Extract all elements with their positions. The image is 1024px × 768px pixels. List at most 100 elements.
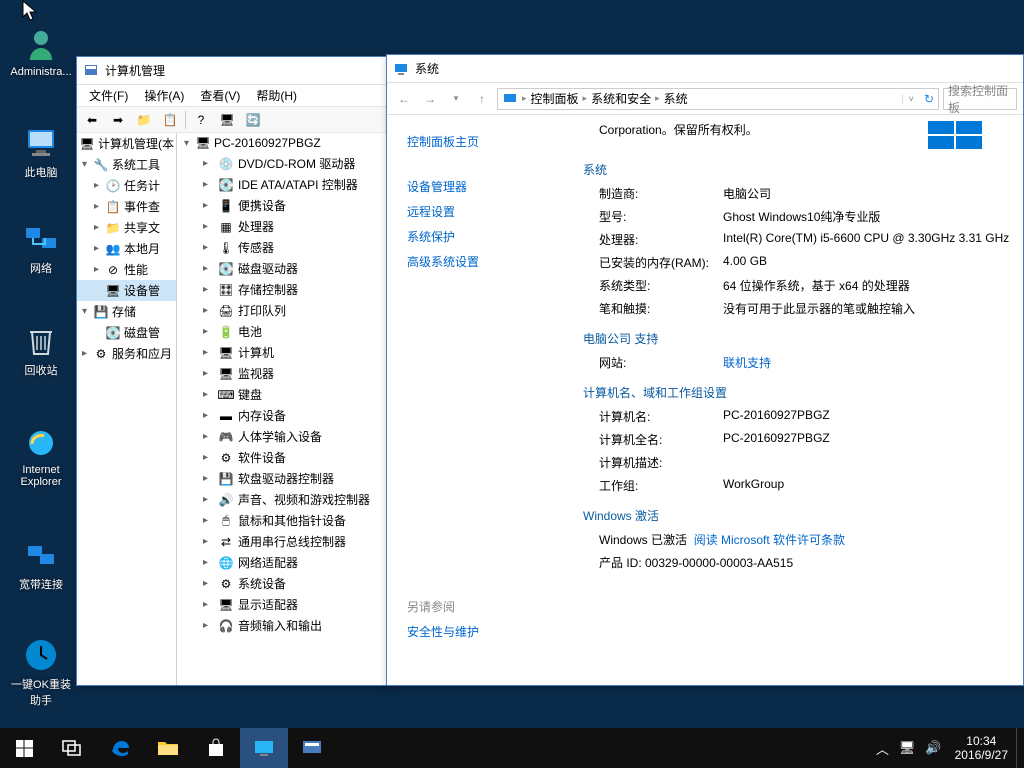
tree-node-storage[interactable]: ▾💾存储 xyxy=(77,301,176,322)
titlebar[interactable]: 计算机管理 xyxy=(77,57,387,85)
sidebar-link[interactable]: 高级系统设置 xyxy=(407,249,577,274)
kv-key: 制造商: xyxy=(583,185,723,202)
desktop-icon-thispc[interactable]: 此电脑 xyxy=(6,124,76,180)
desktop-icon-broadband[interactable]: 宽带连接 xyxy=(6,536,76,592)
device-node[interactable]: ▸🎧音频输入和输出 xyxy=(177,615,387,636)
forward-button[interactable]: → xyxy=(419,88,441,110)
tray-volume-icon[interactable]: 🔊 xyxy=(920,740,946,756)
tree-node-services[interactable]: ▸⚙服务和应月 xyxy=(77,343,176,364)
menu-help[interactable]: 帮助(H) xyxy=(248,87,305,104)
section-heading: 系统 xyxy=(583,151,1011,182)
sidebar-home[interactable]: 控制面板主页 xyxy=(407,129,577,154)
sidebar-link[interactable]: 设备管理器 xyxy=(407,174,577,199)
device-node[interactable]: ▸🖨打印队列 xyxy=(177,300,387,321)
desktop-icon-onekey[interactable]: 一键OK重装助手 xyxy=(6,636,76,708)
tree-node-device-manager[interactable]: 🖥设备管 xyxy=(77,280,176,301)
breadcrumb-seg[interactable]: 控制面板 xyxy=(531,90,579,107)
recent-button[interactable]: ▾ xyxy=(445,88,467,110)
app-icon xyxy=(83,63,99,79)
tree-node-root[interactable]: 🖥计算机管理(本 xyxy=(77,133,176,154)
device-node[interactable]: ▸⌨键盘 xyxy=(177,384,387,405)
desktop-icon-label: 网络 xyxy=(6,260,76,276)
taskbar-computer-management[interactable] xyxy=(288,728,336,768)
tree-node[interactable]: ▸📁共享文 xyxy=(77,217,176,238)
up-button[interactable]: 📁 xyxy=(133,109,155,131)
edge-button[interactable] xyxy=(96,728,144,768)
taskview-button[interactable] xyxy=(48,728,96,768)
properties-button[interactable]: 📋 xyxy=(159,109,181,131)
chevron-right-icon: ▸ xyxy=(522,93,527,104)
device-tree: ▾🖥PC-20160927PBGZ ▸💿DVD/CD-ROM 驱动器▸💽IDE … xyxy=(177,133,387,685)
tray-chevron-icon[interactable]: ︿ xyxy=(871,739,894,758)
sidebar-link[interactable]: 系统保护 xyxy=(407,224,577,249)
menubar: 文件(F) 操作(A) 查看(V) 帮助(H) xyxy=(77,85,387,107)
device-node[interactable]: ▸💽磁盘驱动器 xyxy=(177,258,387,279)
tree-node-systools[interactable]: ▾🔧系统工具 xyxy=(77,154,176,175)
device-node[interactable]: ▸⚙系统设备 xyxy=(177,573,387,594)
kv-key: 计算机全名: xyxy=(583,431,723,448)
support-link[interactable]: 联机支持 xyxy=(723,354,1011,371)
menu-view[interactable]: 查看(V) xyxy=(192,87,248,104)
clock[interactable]: 10:34 2016/9/27 xyxy=(947,734,1016,763)
forward-button[interactable]: ➡ xyxy=(107,109,129,131)
desktop-icon-admin[interactable]: Administra... xyxy=(6,26,76,78)
titlebar[interactable]: 系统 xyxy=(387,55,1023,83)
kv-value: 没有可用于此显示器的笔或触控输入 xyxy=(723,300,1011,317)
tree-node[interactable]: ▸⊘性能 xyxy=(77,259,176,280)
taskbar: ︿ 🖥 🔊 10:34 2016/9/27 xyxy=(0,728,1024,768)
tool-button[interactable]: 🖥 xyxy=(216,109,238,131)
menu-file[interactable]: 文件(F) xyxy=(81,87,136,104)
show-desktop-button[interactable] xyxy=(1016,728,1022,768)
up-button[interactable]: ↑ xyxy=(471,88,493,110)
device-node[interactable]: ▸💽IDE ATA/ATAPI 控制器 xyxy=(177,174,387,195)
address-bar[interactable]: ▸ 控制面板 ▸ 系统和安全 ▸ 系统 ˅ ↻ xyxy=(497,88,939,110)
refresh-icon[interactable]: ↻ xyxy=(924,92,934,106)
kv-key: 已安装的内存(RAM): xyxy=(583,254,723,271)
tree-node[interactable]: ▸📋事件查 xyxy=(77,196,176,217)
nav-bar: ← → ▾ ↑ ▸ 控制面板 ▸ 系统和安全 ▸ 系统 ˅ ↻ 搜索控制面板 xyxy=(387,83,1023,115)
device-node[interactable]: ▸⇄通用串行总线控制器 xyxy=(177,531,387,552)
device-node[interactable]: ▸💾软盘驱动器控制器 xyxy=(177,468,387,489)
explorer-button[interactable] xyxy=(144,728,192,768)
refresh-button[interactable]: 🔄 xyxy=(242,109,264,131)
device-node[interactable]: ▸🎮人体学输入设备 xyxy=(177,426,387,447)
device-node[interactable]: ▸📱便携设备 xyxy=(177,195,387,216)
tray-network-icon[interactable]: 🖥 xyxy=(894,740,921,756)
device-node[interactable]: ▸🖥监视器 xyxy=(177,363,387,384)
breadcrumb-seg[interactable]: 系统 xyxy=(664,90,688,107)
sidebar-link[interactable]: 远程设置 xyxy=(407,199,577,224)
device-node[interactable]: ▸🔊声音、视频和游戏控制器 xyxy=(177,489,387,510)
desktop-icon-ie[interactable]: Internet Explorer xyxy=(6,424,76,488)
device-node[interactable]: ▸🖥计算机 xyxy=(177,342,387,363)
sidebar-link[interactable]: 安全性与维护 xyxy=(407,619,577,644)
dropdown-icon[interactable]: ˅ xyxy=(902,94,920,104)
device-node[interactable]: ▸⚙软件设备 xyxy=(177,447,387,468)
search-input[interactable]: 搜索控制面板 xyxy=(943,88,1017,110)
back-button[interactable]: ⬅ xyxy=(81,109,103,131)
device-node[interactable]: ▸🌡传感器 xyxy=(177,237,387,258)
device-node[interactable]: ▸💿DVD/CD-ROM 驱动器 xyxy=(177,153,387,174)
tree-node[interactable]: 💽磁盘管 xyxy=(77,322,176,343)
store-button[interactable] xyxy=(192,728,240,768)
menu-action[interactable]: 操作(A) xyxy=(136,87,192,104)
help-button[interactable]: ? xyxy=(190,109,212,131)
tree-node[interactable]: ▸👥本地月 xyxy=(77,238,176,259)
start-button[interactable] xyxy=(0,728,48,768)
device-node[interactable]: ▸🔋电池 xyxy=(177,321,387,342)
license-link[interactable]: 阅读 Microsoft 软件许可条款 xyxy=(694,533,845,547)
breadcrumb-seg[interactable]: 系统和安全 xyxy=(591,90,651,107)
device-node[interactable]: ▸🎛存储控制器 xyxy=(177,279,387,300)
desktop-icon-network[interactable]: 网络 xyxy=(6,220,76,276)
tree-node[interactable]: ▸🕑任务计 xyxy=(77,175,176,196)
desktop-icon-recycle[interactable]: 回收站 xyxy=(6,322,76,378)
device-node[interactable]: ▸▬内存设备 xyxy=(177,405,387,426)
activation-status: Windows 已激活 xyxy=(599,533,687,547)
device-node[interactable]: ▸🌐网络适配器 xyxy=(177,552,387,573)
device-node[interactable]: ▸▦处理器 xyxy=(177,216,387,237)
taskbar-system[interactable] xyxy=(240,728,288,768)
back-button[interactable]: ← xyxy=(393,88,415,110)
device-root[interactable]: ▾🖥PC-20160927PBGZ xyxy=(177,133,387,153)
device-node[interactable]: ▸🖥显示适配器 xyxy=(177,594,387,615)
kv-value: Intel(R) Core(TM) i5-6600 CPU @ 3.30GHz … xyxy=(723,231,1011,248)
device-node[interactable]: ▸🖱鼠标和其他指针设备 xyxy=(177,510,387,531)
